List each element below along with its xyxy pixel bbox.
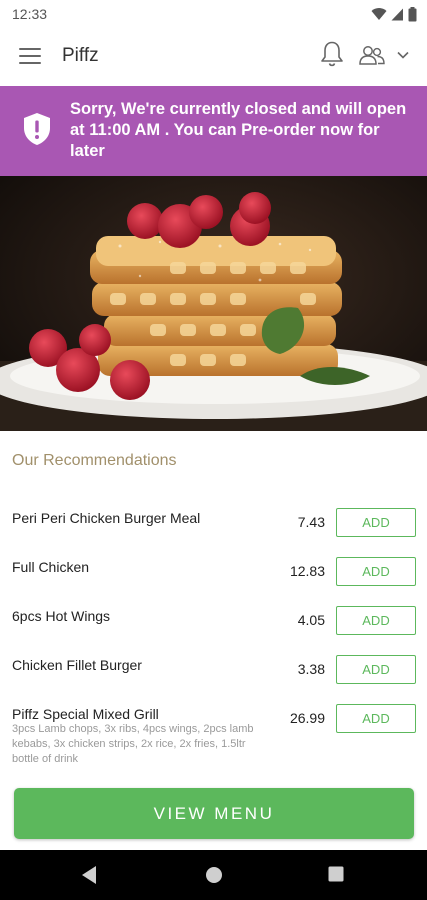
banner-message: Sorry, We're currently closed and will o… xyxy=(70,100,407,160)
list-item: 6pcs Hot Wings 4.05 ADD xyxy=(0,598,427,638)
signal-icon xyxy=(391,8,403,20)
view-menu-button[interactable]: VIEW MENU xyxy=(14,788,414,839)
menu-icon[interactable] xyxy=(19,48,41,66)
list-item: Full Chicken 12.83 ADD xyxy=(0,549,427,589)
item-price: 26.99 xyxy=(289,710,325,726)
item-name: Peri Peri Chicken Burger Meal xyxy=(12,510,201,526)
item-name: Chicken Fillet Burger xyxy=(12,657,142,673)
item-name: 6pcs Hot Wings xyxy=(12,608,111,624)
add-button[interactable]: ADD xyxy=(336,704,416,733)
add-button[interactable]: ADD xyxy=(336,655,416,684)
item-price: 3.38 xyxy=(297,661,325,677)
item-description: 3pcs Lamb chops, 3x ribs, 4pcs wings, 2p… xyxy=(12,723,254,765)
page-title: Piffz xyxy=(62,45,99,66)
back-icon[interactable] xyxy=(80,865,98,885)
hero-image xyxy=(0,176,427,431)
battery-icon xyxy=(408,6,417,21)
add-button[interactable]: ADD xyxy=(336,557,416,586)
item-price: 12.83 xyxy=(289,563,325,579)
recommendations-title: Our Recommendations xyxy=(12,452,177,469)
user-icon[interactable] xyxy=(358,44,386,66)
system-nav-bar xyxy=(0,850,427,900)
add-button[interactable]: ADD xyxy=(336,508,416,537)
item-name: Piffz Special Mixed Grill xyxy=(12,706,159,722)
list-item: Chicken Fillet Burger 3.38 ADD xyxy=(0,647,427,687)
bell-icon[interactable] xyxy=(319,40,345,68)
wifi-icon xyxy=(371,8,387,20)
status-bar: 12:33 xyxy=(0,0,427,28)
home-icon[interactable] xyxy=(205,866,223,884)
closed-banner: Sorry, We're currently closed and will o… xyxy=(0,86,427,176)
list-item: Piffz Special Mixed Grill 26.99 ADD 3pcs… xyxy=(0,696,427,771)
app-bar: Piffz xyxy=(0,28,427,86)
status-time: 12:33 xyxy=(12,6,48,22)
item-name: Full Chicken xyxy=(12,559,90,575)
item-price: 7.43 xyxy=(297,514,325,530)
item-price: 4.05 xyxy=(297,612,325,628)
shield-icon xyxy=(24,113,50,145)
add-button[interactable]: ADD xyxy=(336,606,416,635)
chevron-down-icon[interactable] xyxy=(396,50,410,60)
status-icons xyxy=(371,6,417,22)
list-item: Peri Peri Chicken Burger Meal 7.43 ADD xyxy=(0,500,427,540)
recents-icon[interactable] xyxy=(328,866,344,882)
